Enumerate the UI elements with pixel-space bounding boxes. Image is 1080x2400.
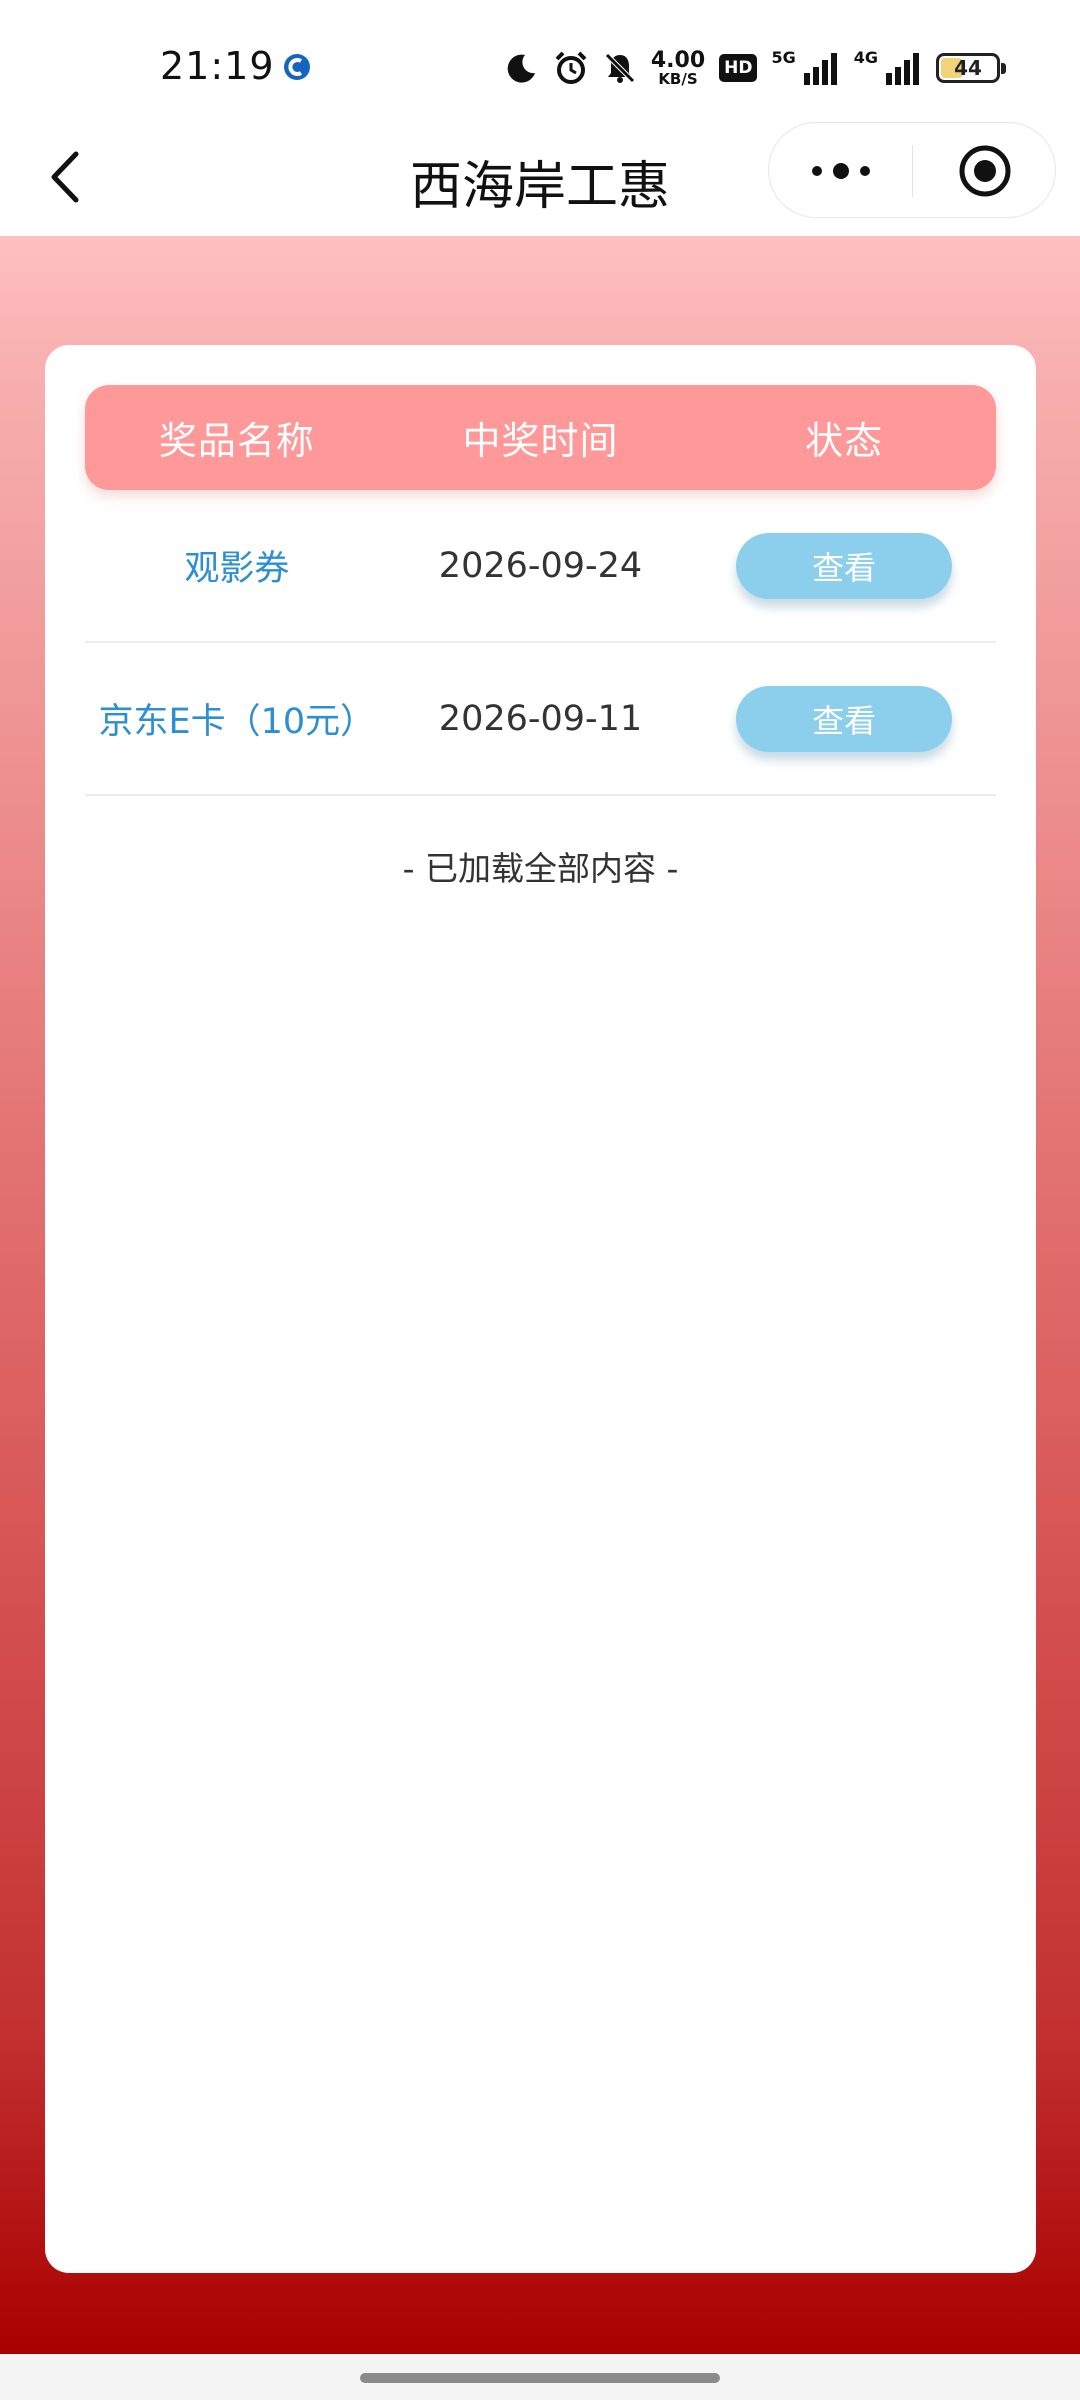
app-notification-icon [284, 54, 310, 80]
hd-voice-badge: HD [719, 54, 758, 82]
header-win-time: 中奖时间 [462, 419, 619, 463]
signal-bars-4g-icon [886, 53, 919, 85]
battery-icon: 44 [936, 53, 1006, 83]
alarm-clock-icon [555, 51, 587, 84]
more-options-button[interactable] [769, 123, 912, 219]
view-button[interactable]: 查看 [736, 532, 953, 599]
battery-level-text: 44 [954, 56, 982, 80]
network-speed-value: 4.00 [650, 47, 706, 73]
nav-bar: 西海岸工惠 [0, 120, 1080, 236]
win-date: 2026-09-11 [438, 698, 643, 739]
status-bar: 21:19 4.00 KB/S HD 5G 4G 44 [0, 0, 1080, 120]
network-speed-unit: KB/S [658, 69, 698, 88]
mini-program-capsule [768, 122, 1056, 218]
signal-5g-label: 5G [771, 48, 796, 67]
prize-list: 观影券 2026-09-24 查看 京东E卡（10元） 2026-09-11 查… [85, 490, 996, 796]
table-row: 京东E卡（10元） 2026-09-11 查看 [85, 643, 996, 796]
close-mini-program-button[interactable] [913, 123, 1057, 219]
status-time: 21:19 [160, 44, 275, 88]
table-row: 观影券 2026-09-24 查看 [85, 490, 996, 643]
win-date: 2026-09-24 [438, 545, 643, 586]
signal-bars-5g-icon [803, 53, 837, 85]
network-speed: 4.00 KB/S [650, 47, 706, 88]
load-complete-text: - 已加载全部内容 - [402, 849, 679, 888]
muted-bell-icon [605, 53, 635, 83]
prize-name[interactable]: 京东E卡（10元） [85, 693, 389, 744]
status-cell: 查看 [692, 685, 996, 752]
do-not-disturb-moon-icon [507, 54, 535, 83]
header-status: 状态 [805, 419, 884, 463]
gesture-bar [0, 2354, 1080, 2400]
status-cell: 查看 [692, 532, 996, 599]
target-close-icon [959, 145, 1011, 197]
more-dots-icon [811, 163, 870, 179]
header-prize-name: 奖品名称 [158, 419, 315, 463]
table-header: 奖品名称 中奖时间 状态 [85, 385, 996, 490]
prize-record-card: 奖品名称 中奖时间 状态 观影券 2026-09-24 查看 京东E卡（10元）… [45, 345, 1036, 2273]
status-icons: 4.00 KB/S HD 5G 4G 44 [505, 46, 1006, 90]
signal-4g-label: 4G [853, 48, 878, 67]
view-button[interactable]: 查看 [736, 685, 953, 752]
home-indicator[interactable] [360, 2373, 720, 2383]
prize-name[interactable]: 观影券 [85, 540, 389, 591]
